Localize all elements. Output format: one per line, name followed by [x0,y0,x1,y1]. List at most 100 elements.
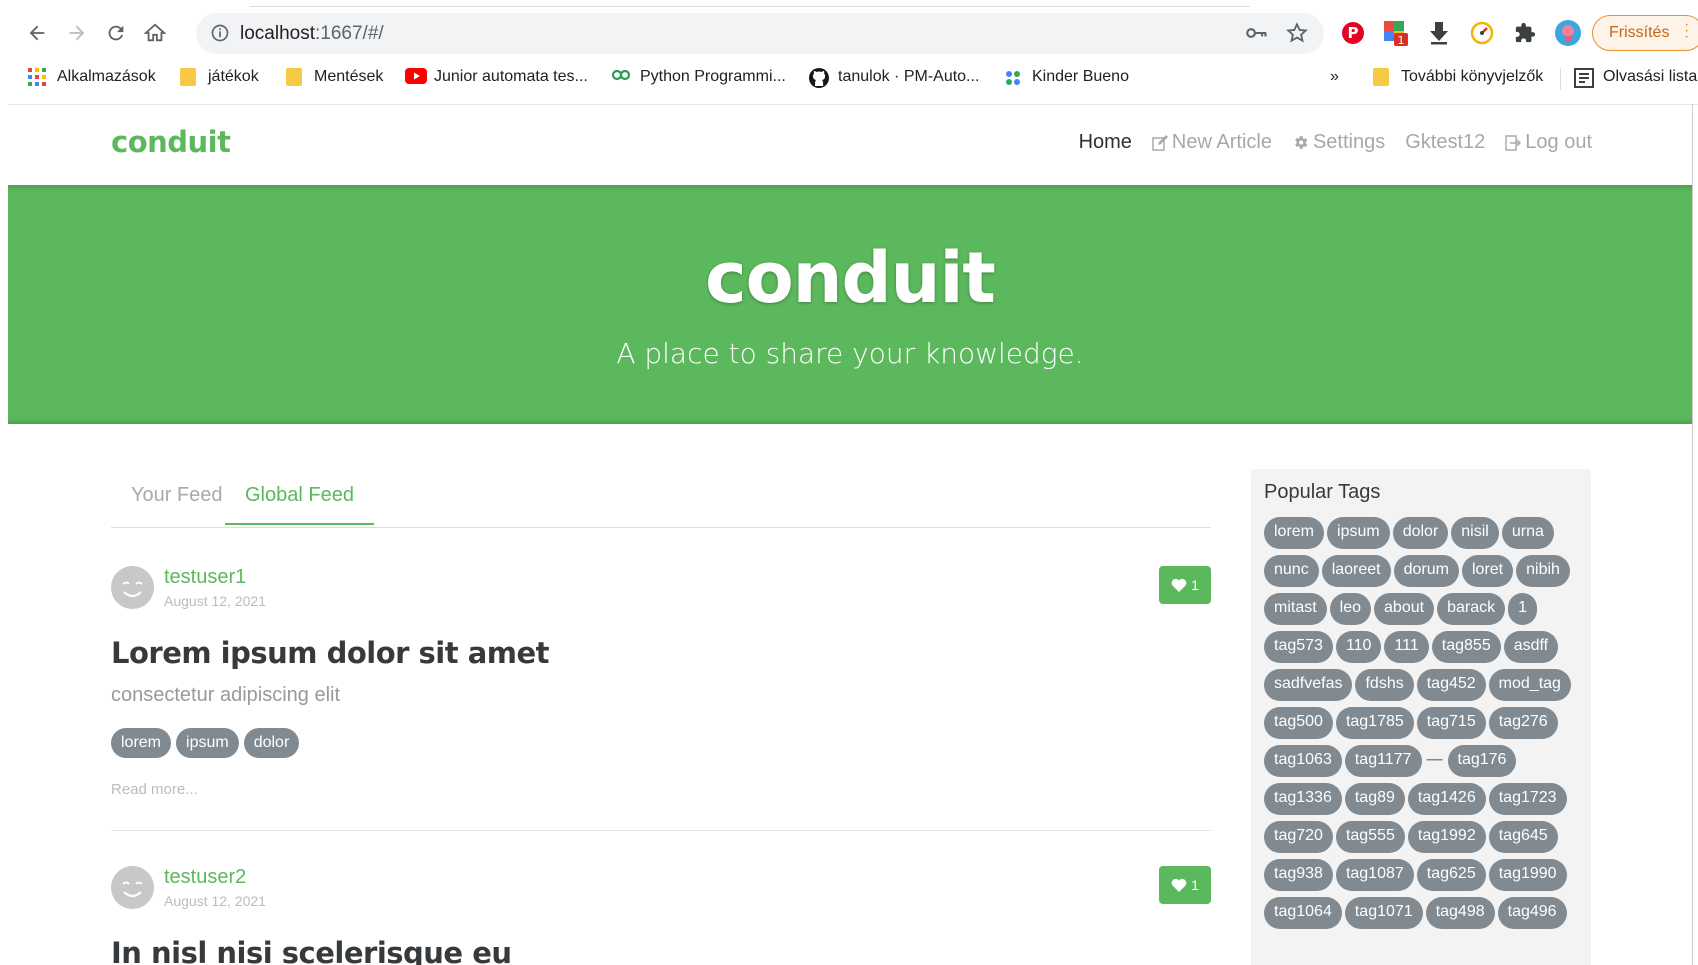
article-title[interactable]: In nisl nisi scelerisque eu [111,936,512,965]
nav-profile[interactable]: Gktest12 [1405,131,1485,154]
popular-tag[interactable]: 1 [1508,593,1538,625]
popular-tag[interactable]: tag720 [1264,821,1333,853]
download-icon[interactable] [1424,18,1454,48]
article-date: August 12, 2021 [164,893,266,909]
article-tag[interactable]: dolor [243,728,300,758]
extensions-puzzle-icon[interactable] [1510,18,1540,48]
menu-dots-icon[interactable]: · · · [1684,17,1689,45]
bookmark-kinder[interactable]: Kinder Bueno [1003,68,1129,86]
pinterest-icon[interactable]: P [1338,18,1368,48]
home-icon[interactable] [140,18,170,48]
popular-tag[interactable]: tag1990 [1488,859,1567,891]
site-info-icon[interactable] [210,23,230,48]
bookmark-star-icon[interactable] [1286,22,1308,49]
popular-tag[interactable]: tag496 [1497,897,1567,929]
popular-tag[interactable]: 111 [1384,631,1429,663]
profile-avatar-icon[interactable] [1553,18,1583,48]
popular-tag[interactable]: tag1992 [1407,821,1486,853]
popular-tag[interactable]: mitast [1264,593,1327,625]
popular-tag[interactable]: tag1064 [1264,897,1342,929]
nav-home[interactable]: Home [1079,131,1132,154]
reading-list-icon [1574,68,1594,88]
favorite-button[interactable]: 1 [1159,866,1211,904]
tab-global-feed[interactable]: Global Feed [225,484,374,525]
back-arrow-icon[interactable] [22,18,52,48]
tab-your-feed[interactable]: Your Feed [131,484,223,523]
popular-tag[interactable]: sadfvefas [1264,669,1353,701]
popular-tag[interactable]: tag276 [1488,707,1558,739]
bookmark-mentesek[interactable]: Mentések [286,68,383,86]
key-icon[interactable] [1246,25,1268,46]
update-button[interactable]: Frissítés [1592,15,1698,51]
popular-tag[interactable]: tag645 [1488,821,1558,853]
popular-tag[interactable]: tag500 [1264,707,1333,739]
popular-tag[interactable]: tag1063 [1264,745,1342,777]
popular-tag[interactable]: nisil [1451,517,1499,549]
bookmark-github[interactable]: tanulok · PM-Auto... [809,68,979,88]
bookmark-jatekok[interactable]: játékok [180,68,259,86]
popular-tag[interactable]: — [1425,745,1445,777]
popular-tag[interactable]: tag452 [1416,669,1486,701]
address-bar[interactable]: localhost:1667/#/ [196,13,1324,54]
favorite-button[interactable]: 1 [1159,566,1211,604]
popular-tag[interactable]: nunc [1264,555,1319,587]
author-name[interactable]: testuser2 [164,866,246,889]
heart-icon [1171,878,1187,892]
brand-logo[interactable]: conduit [111,125,231,159]
popular-tag[interactable]: nibih [1516,555,1570,587]
popular-tag[interactable]: tag555 [1335,821,1405,853]
overflow-label: » [1330,68,1339,85]
extension-badge-icon[interactable]: 1 [1380,18,1410,48]
bookmark-python[interactable]: Python Programmi... [611,68,786,86]
popular-tag[interactable]: laoreet [1321,555,1391,587]
popular-tag[interactable]: tag89 [1344,783,1405,815]
popular-tag[interactable]: tag498 [1425,897,1495,929]
popular-tag[interactable]: ipsum [1327,517,1390,549]
popular-tag[interactable]: tag1336 [1264,783,1342,815]
popular-tag[interactable]: mod_tag [1488,669,1571,701]
popular-tag[interactable]: tag1426 [1407,783,1486,815]
svg-text:P: P [1348,24,1359,42]
popular-tag[interactable]: tag1071 [1344,897,1423,929]
forward-arrow-icon[interactable] [62,18,92,48]
popular-tag[interactable]: tag1087 [1335,859,1414,891]
nav-new-article[interactable]: New Article [1152,131,1272,154]
article-title[interactable]: Lorem ipsum dolor sit amet [111,636,550,670]
popular-tag[interactable]: tag176 [1447,745,1517,777]
reading-list-button[interactable]: Olvasási lista [1574,68,1697,88]
popular-tag[interactable]: urna [1501,517,1554,549]
author-name[interactable]: testuser1 [164,566,246,589]
popular-tag[interactable]: tag1723 [1488,783,1567,815]
nav-settings[interactable]: Settings [1292,131,1385,154]
popular-tag[interactable]: tag938 [1264,859,1333,891]
popular-tag[interactable]: 110 [1335,631,1382,663]
bookmark-apps[interactable]: Alkalmazások [28,68,156,86]
popular-tag[interactable]: about [1374,593,1435,625]
reload-icon[interactable] [101,18,131,48]
author-avatar[interactable] [111,566,154,609]
popular-tag[interactable]: lorem [1264,517,1325,549]
popular-tag[interactable]: tag1177 [1344,745,1422,777]
popular-tag[interactable]: dorum [1393,555,1459,587]
bookmarks-overflow-button[interactable]: » [1330,68,1339,86]
popular-tag[interactable]: tag625 [1416,859,1486,891]
popular-tag[interactable]: tag715 [1416,707,1486,739]
nav-logout[interactable]: Log out [1505,131,1592,154]
bookmark-other[interactable]: További könyvjelzők [1373,68,1543,86]
speedometer-icon[interactable] [1467,18,1497,48]
bookmark-junior[interactable]: Junior automata tes... [405,68,588,86]
popular-tag[interactable]: leo [1329,593,1372,625]
popular-tag[interactable]: loret [1461,555,1514,587]
popular-tag[interactable]: fdshs [1355,669,1414,701]
popular-tag[interactable]: asdff [1503,631,1559,663]
author-avatar[interactable] [111,866,154,909]
popular-tag[interactable]: tag1785 [1335,707,1414,739]
app-icon [1003,68,1021,86]
popular-tag[interactable]: dolor [1392,517,1449,549]
article-tag[interactable]: ipsum [176,728,239,758]
popular-tag[interactable]: tag573 [1264,631,1333,663]
article-tag[interactable]: lorem [111,728,172,758]
read-more-link[interactable]: Read more... [111,781,198,798]
popular-tag[interactable]: barack [1437,593,1506,625]
popular-tag[interactable]: tag855 [1431,631,1501,663]
